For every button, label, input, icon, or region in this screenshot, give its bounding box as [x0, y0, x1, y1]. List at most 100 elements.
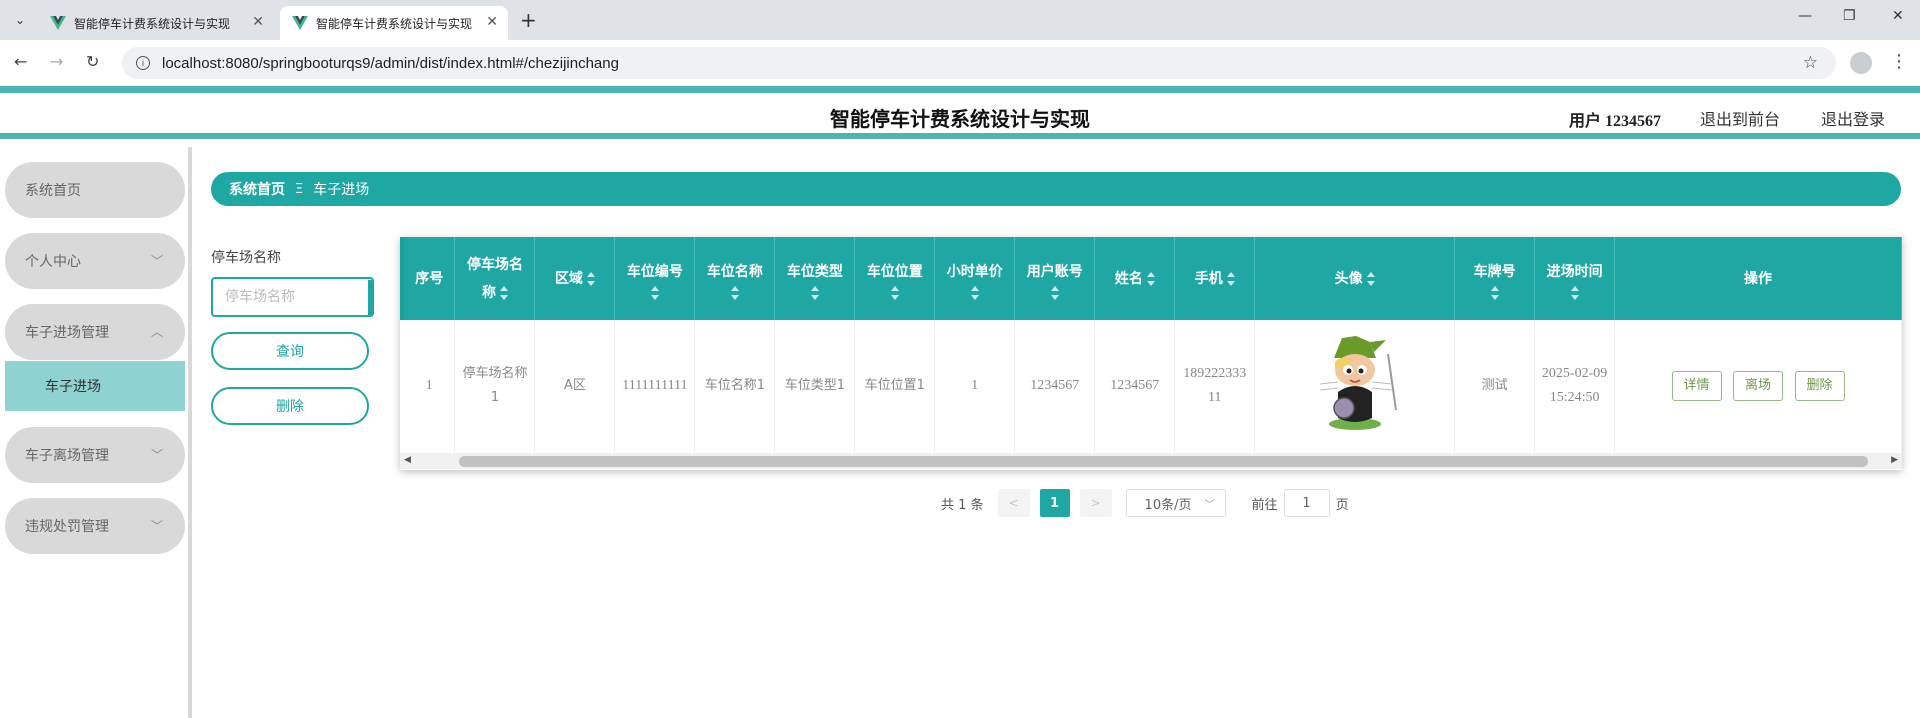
sort-icon[interactable] — [1146, 271, 1155, 286]
col-header-space-no[interactable]: 车位编号 — [614, 237, 696, 320]
col-header-space-type[interactable]: 车位类型 — [774, 237, 856, 320]
prev-page-button[interactable]: < — [997, 489, 1030, 517]
header-top-stripe — [0, 86, 1920, 93]
filter-label: 停车场名称 — [211, 250, 281, 266]
new-tab-plus-icon[interactable]: + — [520, 8, 537, 32]
browser-tab-2[interactable]: 智能停车计费系统设计与实现 ✕ — [280, 6, 508, 40]
pagination-total: 共 1 条 — [941, 497, 984, 513]
browser-tab-1[interactable]: 智能停车计费系统设计与实现 ✕ — [38, 6, 274, 40]
lot-name-search-input[interactable] — [211, 277, 374, 317]
col-header-hour-price[interactable]: 小时单价 — [934, 237, 1016, 320]
sidebar-item-label: 违规处罚管理 — [25, 519, 109, 535]
col-header-label: 车位位置 — [866, 263, 923, 280]
sidebar-subitem-car-entry[interactable]: 车子进场 — [5, 361, 185, 411]
browser-tab-bar: ⌄ 智能停车计费系统设计与实现 ✕ 智能停车计费系统设计与实现 ✕ + — ❐ … — [0, 0, 1920, 40]
scrollbar-thumb[interactable] — [459, 456, 1868, 467]
col-header-ops: 操作 — [1614, 237, 1902, 320]
col-header-plate[interactable]: 车牌号 — [1454, 237, 1536, 320]
col-header-space-name[interactable]: 车位名称 — [694, 237, 776, 320]
browser-menu-icon[interactable]: ⋮ — [1890, 51, 1908, 72]
cell-in-time: 2025-02-09 15:24:50 — [1534, 320, 1616, 452]
col-header-in-time[interactable]: 进场时间 — [1534, 237, 1616, 320]
sidebar-item-label: 系统首页 — [25, 183, 81, 199]
logout-link[interactable]: 退出登录 — [1821, 106, 1885, 130]
tab-search-chevron-icon[interactable]: ⌄ — [8, 8, 32, 32]
url-text: localhost:8080/springbooturqs9/admin/dis… — [162, 54, 619, 72]
bookmark-star-icon[interactable]: ☆ — [1803, 53, 1818, 73]
col-header-space-pos[interactable]: 车位位置 — [854, 237, 936, 320]
minimize-icon[interactable]: — — [1798, 8, 1812, 24]
sort-icon[interactable] — [1366, 271, 1375, 286]
col-header-label: 用户账号 — [1026, 263, 1083, 280]
col-header-label: 头像 — [1334, 270, 1363, 287]
sort-icon[interactable] — [810, 285, 819, 300]
sort-icon[interactable] — [650, 285, 659, 300]
page-number-button[interactable]: 1 — [1039, 489, 1070, 517]
col-header-account[interactable]: 用户账号 — [1014, 237, 1096, 320]
chevron-down-icon: ﹀ — [150, 519, 163, 533]
sort-icon[interactable] — [1570, 285, 1579, 300]
delete-row-button[interactable]: 删除 — [1794, 371, 1845, 401]
back-to-front-link[interactable]: 退出到前台 — [1700, 106, 1780, 130]
sidebar-item-violation-management[interactable]: 违规处罚管理 ﹀ — [5, 498, 185, 554]
sort-icon[interactable] — [586, 271, 595, 286]
goto-suffix: 页 — [1335, 497, 1349, 513]
cell-avatar — [1254, 320, 1456, 452]
reload-icon[interactable]: ↻ — [86, 52, 99, 71]
forward-arrow-icon[interactable]: → — [50, 52, 63, 71]
close-icon[interactable]: ✕ — [252, 14, 264, 30]
sort-icon[interactable] — [970, 285, 979, 300]
breadcrumb-separator-icon: Ξ — [295, 181, 304, 197]
col-header-label: 停车场名 — [466, 256, 523, 273]
table-horizontal-scrollbar[interactable]: ◀ ▶ — [400, 453, 1902, 469]
col-header-phone[interactable]: 手机 — [1174, 237, 1256, 320]
sort-icon[interactable] — [499, 285, 508, 300]
page-size-select[interactable]: 10条/页 ﹀ — [1125, 489, 1226, 517]
col-header-index: 序号 — [404, 237, 456, 320]
sort-icon[interactable] — [730, 285, 739, 300]
col-header-label: 手机 — [1194, 270, 1223, 287]
cell-ops: 详情 离场 删除 — [1614, 320, 1902, 452]
cell-space-pos: 车位位置1 — [854, 320, 936, 452]
profile-avatar-icon[interactable] — [1850, 52, 1872, 74]
col-header-avatar[interactable]: 头像 — [1254, 237, 1456, 320]
sidebar-item-personal-center[interactable]: 个人中心 ﹀ — [5, 233, 185, 289]
sidebar-item-label: 车子离场管理 — [25, 448, 109, 464]
query-button[interactable]: 查询 — [211, 332, 369, 370]
scroll-left-arrow-icon[interactable]: ◀ — [404, 455, 411, 465]
sort-icon[interactable] — [1226, 271, 1235, 286]
close-icon[interactable]: ✕ — [486, 14, 498, 30]
sidebar-item-home[interactable]: 系统首页 — [5, 162, 185, 218]
col-header-name[interactable]: 姓名 — [1094, 237, 1176, 320]
col-header-label: 区域 — [554, 270, 583, 287]
batch-delete-button[interactable]: 删除 — [211, 387, 369, 425]
sort-icon[interactable] — [890, 285, 899, 300]
site-info-icon[interactable]: i — [136, 56, 150, 70]
app-header: 智能停车计费系统设计与实现 用户 1234567 退出到前台 退出登录 — [0, 93, 1920, 139]
chevron-down-icon: ﹀ — [1204, 500, 1215, 511]
back-arrow-icon[interactable]: ← — [14, 52, 27, 71]
browser-tab-2-title: 智能停车计费系统设计与实现 — [316, 16, 473, 31]
col-header-label: 车位类型 — [786, 263, 843, 280]
cell-lot-name: 停车场名称1 — [454, 320, 536, 452]
col-header-label: 车位编号 — [626, 263, 683, 280]
sidebar-item-entry-management[interactable]: 车子进场管理 ︿ — [5, 304, 185, 360]
window-close-icon[interactable]: ✕ — [1892, 8, 1904, 24]
sort-icon[interactable] — [1050, 285, 1059, 300]
col-header-lot-name[interactable]: 停车场名称 — [454, 237, 536, 320]
scroll-right-arrow-icon[interactable]: ▶ — [1891, 455, 1898, 465]
detail-button[interactable]: 详情 — [1671, 371, 1722, 401]
pagination: 共 1 条 < 1 > 10条/页 ﹀ 前往 1 页 — [941, 489, 1349, 517]
goto-page-input[interactable]: 1 — [1283, 489, 1330, 517]
breadcrumb-home[interactable]: 系统首页 — [229, 179, 285, 199]
sidebar-item-exit-management[interactable]: 车子离场管理 ﹀ — [5, 427, 185, 483]
sort-icon[interactable] — [1490, 285, 1499, 300]
url-field[interactable]: i localhost:8080/springbooturqs9/admin/d… — [122, 47, 1836, 79]
leave-button[interactable]: 离场 — [1733, 371, 1784, 401]
restore-icon[interactable]: ❐ — [1843, 8, 1856, 24]
page-size-value: 10条/页 — [1144, 497, 1192, 513]
col-header-label: 序号 — [415, 270, 444, 287]
next-page-button[interactable]: > — [1079, 489, 1112, 517]
col-header-area[interactable]: 区域 — [534, 237, 616, 320]
sidebar: 系统首页 个人中心 ﹀ 车子进场管理 ︿ 车子进场 车子离场管理 ﹀ 违规处罚管… — [0, 147, 192, 718]
